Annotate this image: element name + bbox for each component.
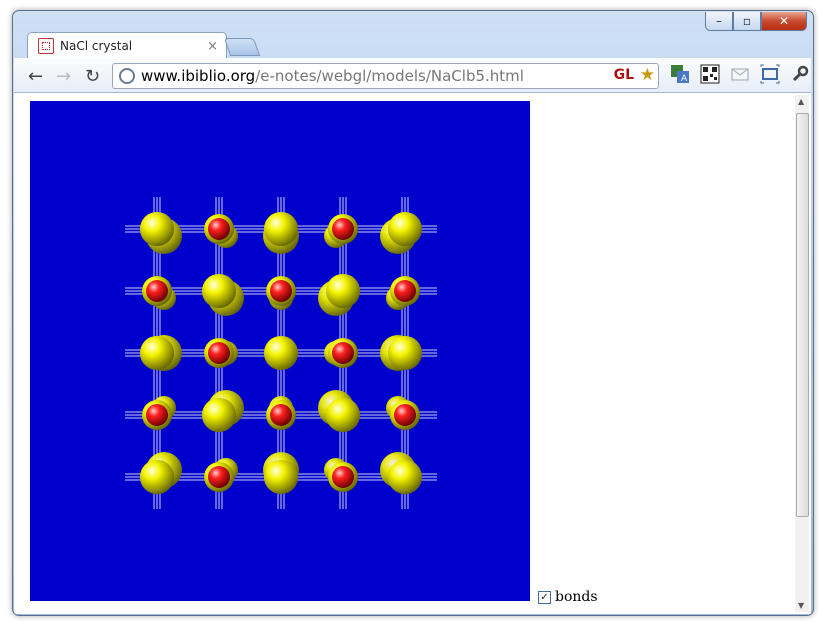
page-content: ▲ ▼ ✓ bonds: [14, 93, 811, 614]
toolbar: ← → ↻ www.ibiblio.org/e-notes/webgl/mode…: [14, 58, 811, 93]
close-window-button[interactable]: ✕: [761, 12, 807, 31]
globe-icon: [119, 68, 135, 84]
qr-code-icon[interactable]: [700, 64, 720, 84]
bonds-checkbox[interactable]: ✓: [538, 590, 551, 604]
fullscreen-icon[interactable]: [760, 64, 780, 84]
chlorine-atom: [140, 336, 174, 370]
sodium-atom: [208, 218, 230, 240]
forward-arrow-icon[interactable]: →: [56, 66, 71, 87]
url-path: /e-notes/webgl/models/NaClb5.html: [255, 67, 524, 85]
maximize-button[interactable]: ▫: [733, 12, 761, 31]
sodium-atom: [332, 218, 354, 240]
tab-nacl-crystal[interactable]: NaCl crystal ×: [27, 32, 227, 59]
svg-text:A: A: [681, 74, 688, 84]
translate-icon[interactable]: A: [670, 64, 690, 84]
new-tab-button[interactable]: [223, 38, 261, 56]
sodium-atom: [208, 342, 230, 364]
sodium-atom: [146, 280, 168, 302]
scroll-up-icon[interactable]: ▲: [798, 97, 804, 106]
close-tab-icon[interactable]: ×: [207, 39, 218, 54]
chlorine-atom: [326, 274, 360, 308]
chlorine-atom: [264, 336, 298, 370]
bookmark-star-icon[interactable]: ★: [640, 65, 655, 85]
chlorine-atom: [326, 398, 360, 432]
tab-title: NaCl crystal: [60, 39, 133, 53]
vertical-scrollbar[interactable]: ▲ ▼: [795, 95, 809, 612]
chlorine-atom: [388, 336, 422, 370]
chlorine-atom: [388, 212, 422, 246]
webgl-canvas[interactable]: [30, 101, 530, 601]
wrench-settings-icon[interactable]: [790, 64, 810, 84]
sodium-atom: [394, 280, 416, 302]
chlorine-atom: [264, 212, 298, 246]
back-arrow-icon[interactable]: ←: [28, 66, 43, 87]
scrollbar-thumb[interactable]: [796, 113, 809, 517]
scroll-down-icon[interactable]: ▼: [798, 601, 804, 610]
sodium-atom: [332, 342, 354, 364]
chlorine-atom: [264, 460, 298, 494]
window-controls: – ▫ ✕: [705, 12, 807, 31]
minimize-button[interactable]: –: [705, 12, 733, 31]
sodium-atom: [208, 466, 230, 488]
chlorine-atom: [388, 460, 422, 494]
sodium-atom: [332, 466, 354, 488]
bonds-option[interactable]: ✓ bonds: [538, 589, 598, 605]
page-favicon-icon: [38, 38, 54, 54]
chlorine-atom: [202, 398, 236, 432]
chlorine-atom: [140, 212, 174, 246]
chlorine-atom: [140, 460, 174, 494]
sodium-atom: [394, 404, 416, 426]
chlorine-atom: [202, 274, 236, 308]
reload-icon[interactable]: ↻: [85, 66, 100, 87]
mail-icon[interactable]: [730, 64, 750, 84]
sodium-atom: [146, 404, 168, 426]
nacl-crystal-model: [125, 197, 437, 509]
webgl-badge[interactable]: GL: [614, 67, 634, 83]
bonds-label: bonds: [555, 589, 598, 605]
address-bar[interactable]: www.ibiblio.org/e-notes/webgl/models/NaC…: [112, 63, 659, 89]
url-host: www.ibiblio.org: [141, 67, 256, 85]
browser-window: – ▫ ✕ NaCl crystal × ← → ↻ www.ibiblio.o…: [12, 10, 814, 616]
sodium-atom: [270, 280, 292, 302]
sodium-atom: [270, 404, 292, 426]
url-text: www.ibiblio.org/e-notes/webgl/models/NaC…: [141, 67, 524, 85]
